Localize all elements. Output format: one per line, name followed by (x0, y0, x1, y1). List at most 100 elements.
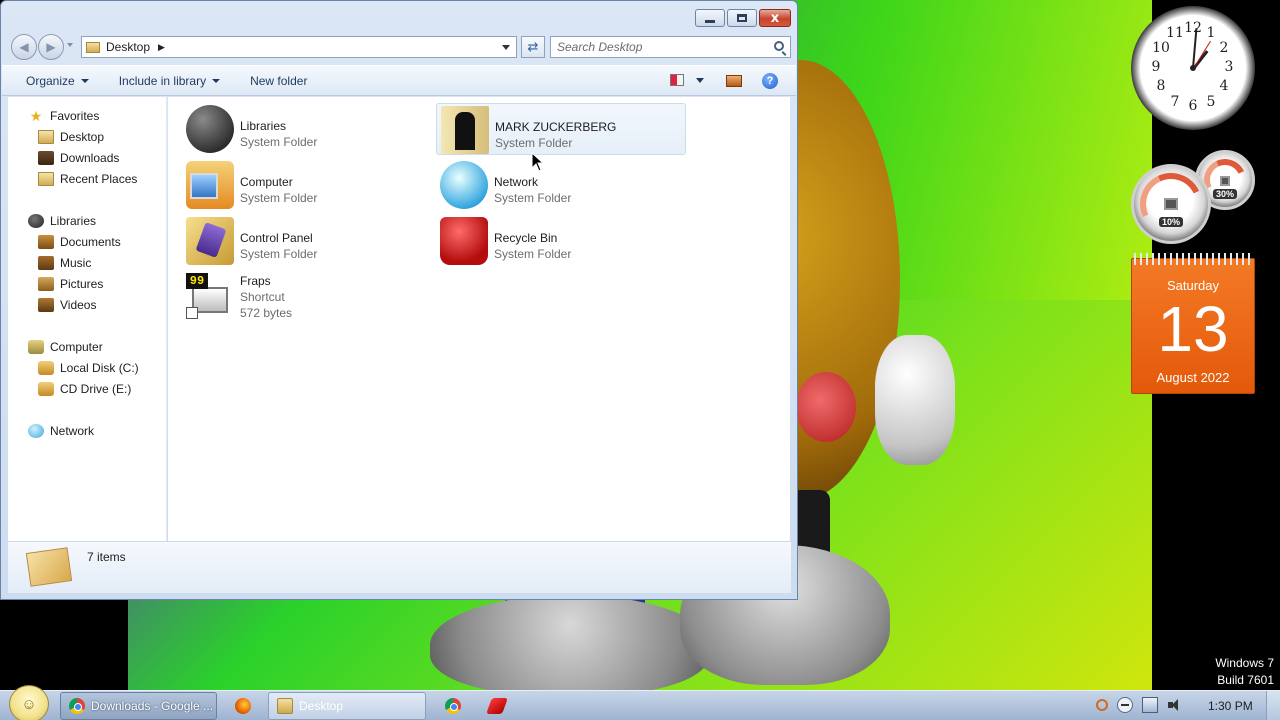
calendar-weekday: Saturday (1166, 278, 1220, 293)
nav-cd-drive[interactable]: CD Drive (E:) (38, 379, 131, 399)
smiley-icon: ☺ (21, 695, 37, 713)
libraries-icon (28, 214, 44, 228)
view-icon (670, 74, 684, 86)
taskbar-firefox-button[interactable] (226, 692, 262, 720)
show-desktop-button[interactable] (1266, 691, 1280, 720)
nav-label: Videos (60, 298, 97, 312)
clock-gadget[interactable]: 12 1 2 3 4 5 6 7 8 9 10 11 (1131, 6, 1255, 130)
address-dropdown-icon[interactable] (502, 45, 510, 50)
maximize-button[interactable] (727, 9, 757, 27)
file-list: Libraries System Folder MARK ZUCKERBERG Sy… (168, 97, 790, 541)
item-network[interactable]: Network System Folder (436, 159, 686, 211)
pictures-icon (38, 277, 54, 291)
tray-minus-icon[interactable] (1117, 697, 1133, 713)
fraps-badge-icon: 99 (186, 273, 208, 289)
breadcrumb-desktop[interactable]: Desktop (106, 40, 150, 54)
nav-downloads[interactable]: Downloads (38, 148, 119, 168)
item-control-panel[interactable]: Control Panel System Folder (182, 215, 432, 267)
item-title: Fraps (240, 274, 271, 288)
nav-documents[interactable]: Documents (38, 232, 121, 252)
chevron-down-icon (696, 77, 704, 83)
network-tray-icon[interactable] (1142, 697, 1158, 713)
recent-pages-dropdown[interactable] (67, 43, 73, 47)
taskbar: ☺ Downloads - Google ... Desktop 1:30 PM (0, 685, 1280, 720)
cpu-meter-gadget[interactable]: 10% (1131, 164, 1211, 244)
wallpaper-character-glove (875, 335, 955, 465)
nav-music[interactable]: Music (38, 253, 91, 273)
search-box[interactable] (550, 36, 791, 58)
nav-videos[interactable]: Videos (38, 295, 96, 315)
wallpaper-character-shoe-left (430, 595, 710, 690)
nav-network[interactable]: Network (28, 421, 94, 441)
nav-local-disk[interactable]: Local Disk (C:) (38, 358, 139, 378)
tray-clock[interactable]: 1:30 PM (1208, 699, 1253, 713)
item-libraries[interactable]: Libraries System Folder (182, 103, 432, 155)
item-computer[interactable]: Computer System Folder (182, 159, 432, 211)
back-button[interactable]: ◀ (11, 34, 37, 60)
clock-number: 3 (1224, 59, 1234, 75)
fraps-icon: 99 (186, 273, 234, 321)
computer-icon (186, 161, 234, 209)
calendar-gadget[interactable]: Saturday 13 August 2022 (1131, 253, 1255, 394)
taskbar-explorer-button[interactable]: Desktop (268, 692, 426, 720)
minimize-icon (705, 19, 715, 23)
nav-libraries[interactable]: Libraries (28, 211, 96, 231)
forward-button[interactable]: ▶ (38, 34, 64, 60)
nav-label: Computer (50, 340, 103, 354)
clock-number: 1 (1206, 25, 1216, 41)
item-title: Libraries (240, 119, 287, 133)
nav-computer[interactable]: Computer (28, 337, 103, 357)
minimize-button[interactable] (695, 9, 725, 27)
arrow-left-icon: ◀ (19, 40, 29, 54)
nav-label: Pictures (60, 277, 104, 291)
nav-favorites[interactable]: ★ Favorites (28, 106, 100, 126)
nav-label: Network (50, 424, 95, 438)
item-type: Shortcut (240, 290, 285, 304)
nav-pictures[interactable]: Pictures (38, 274, 103, 294)
wallpaper-character-tongue (796, 372, 856, 442)
include-in-library-label: Include in library (118, 73, 207, 88)
nav-recent-places[interactable]: Recent Places (38, 169, 137, 189)
nav-desktop[interactable]: Desktop (38, 127, 104, 147)
windows-build-watermark: Windows 7 Build 7601 (1215, 655, 1274, 689)
organize-button[interactable]: Organize (2, 66, 101, 95)
nav-label: Desktop (60, 130, 105, 144)
item-title: Computer (240, 175, 293, 189)
recycle-bin-icon (440, 217, 488, 265)
clock-number: 9 (1151, 59, 1161, 75)
address-bar[interactable]: Desktop ▶ (81, 36, 517, 58)
recent-places-icon (38, 172, 54, 186)
cpu-chip-icon (1164, 198, 1178, 211)
start-button[interactable]: ☺ (9, 685, 49, 720)
refresh-button[interactable]: ⇄ (521, 36, 545, 58)
memory-value: 30% (1212, 189, 1237, 199)
item-recycle-bin[interactable]: Recycle Bin System Folder (436, 215, 686, 267)
preview-pane-button[interactable] (726, 75, 742, 87)
volume-icon[interactable] (1167, 697, 1183, 713)
taskbar-chrome-button[interactable]: Downloads - Google ... (60, 692, 217, 720)
item-mark-zuckerberg[interactable]: MARK ZUCKERBERG System Folder (436, 103, 686, 155)
folder-icon (86, 41, 100, 53)
clock-number: 6 (1188, 98, 1198, 114)
taskbar-app-button[interactable] (480, 692, 516, 720)
breadcrumb-chevron-icon[interactable]: ▶ (158, 42, 165, 53)
calendar-date: 13 (1157, 293, 1229, 365)
close-button[interactable]: x (759, 9, 791, 27)
search-input[interactable] (557, 40, 757, 54)
navigation-bar: ◀ ▶ Desktop ▶ ⇄ (9, 34, 793, 60)
videos-icon (38, 298, 54, 312)
change-view-button[interactable] (670, 74, 704, 86)
nav-label: Documents (60, 235, 121, 249)
include-in-library-button[interactable]: Include in library (101, 66, 232, 95)
item-type: System Folder (240, 191, 318, 205)
item-fraps[interactable]: 99 Fraps Shortcut 572 bytes (182, 271, 432, 327)
search-icon[interactable] (774, 41, 784, 51)
item-type: System Folder (240, 135, 318, 149)
taskbar-chrome-pinned-button[interactable] (436, 692, 472, 720)
tray-search-icon[interactable] (1096, 699, 1108, 711)
help-button[interactable]: ? (762, 73, 778, 89)
calendar-binding-rings (1134, 253, 1252, 265)
watermark-line: Windows 7 (1215, 656, 1274, 670)
item-type: System Folder (240, 247, 318, 261)
new-folder-button[interactable]: New folder (232, 66, 319, 95)
